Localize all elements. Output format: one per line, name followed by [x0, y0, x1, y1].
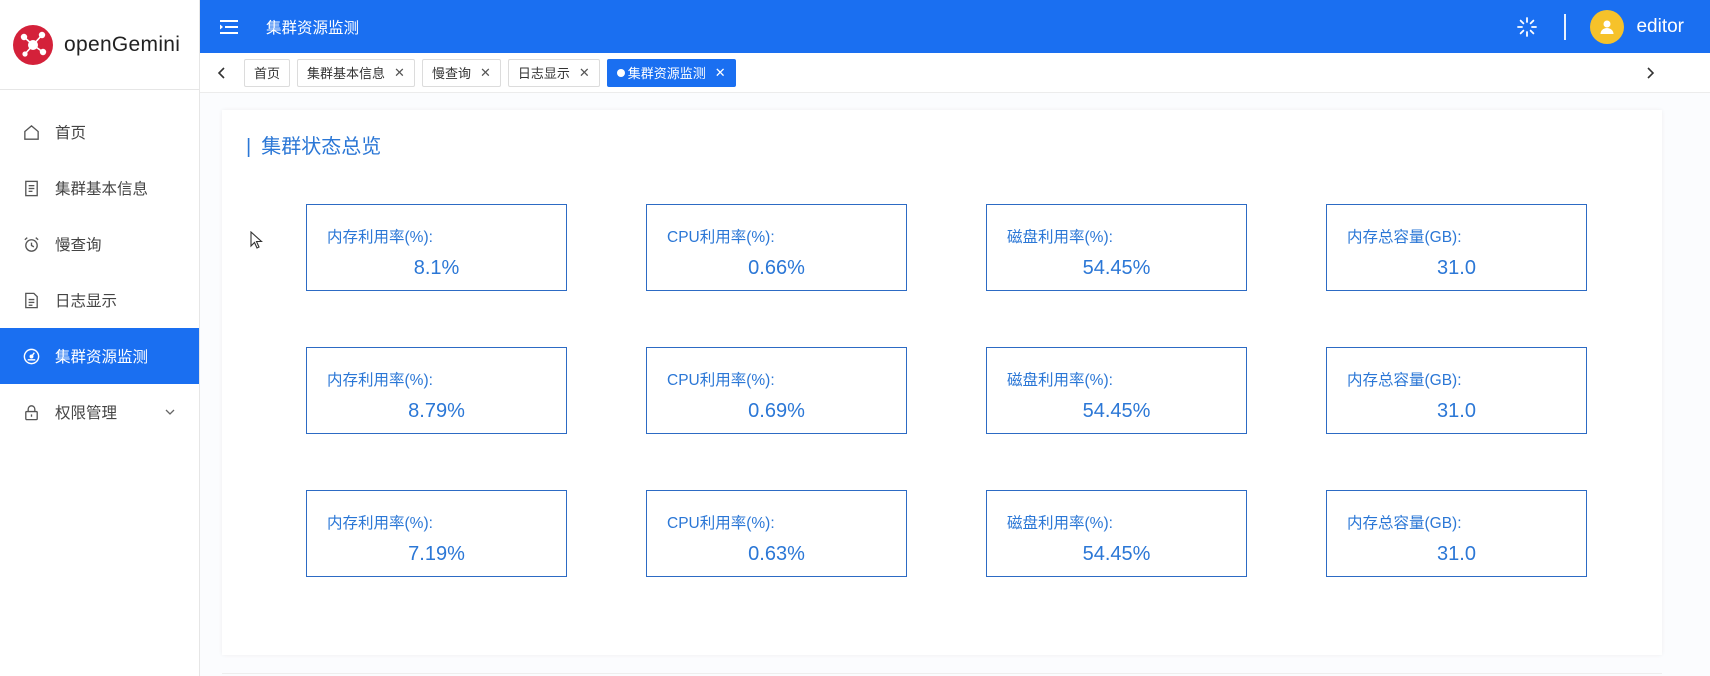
metric-card-cpu-usage: CPU利用率(%): 0.69% — [646, 347, 907, 434]
chevron-left-icon[interactable] — [214, 65, 230, 81]
metric-label: 磁盘利用率(%): — [1007, 515, 1113, 532]
sidebar-item-label: 首页 — [55, 125, 87, 142]
metric-label: 内存利用率(%): — [327, 372, 433, 389]
metric-value: 54.45% — [1082, 257, 1151, 279]
alarm-clock-icon — [24, 236, 39, 252]
metric-value: 54.45% — [1082, 543, 1151, 565]
dashboard-gauge-icon — [23, 348, 40, 364]
sidebar-menu: 首页 集群基本信息 慢查询 日志显示 集群资源监测 权限管理 — [0, 104, 199, 440]
metric-label: 磁盘利用率(%): — [1007, 372, 1113, 389]
tab-home[interactable]: 首页 — [244, 58, 291, 87]
avatar[interactable] — [1590, 9, 1625, 44]
tab-label: 集群资源监测 — [627, 66, 706, 81]
metric-value: 0.69% — [748, 400, 805, 422]
cluster-status-panel: | 集群状态总览 内存利用率(%): 8.1% CPU利用率(%): 0.66% … — [222, 110, 1662, 655]
metric-label: 内存利用率(%): — [327, 229, 433, 246]
metric-label: CPU利用率(%): — [667, 372, 775, 389]
lock-icon — [25, 404, 38, 420]
tab-label: 集群基本信息 — [307, 66, 386, 81]
metric-label: 磁盘利用率(%): — [1007, 229, 1113, 246]
metric-label: 内存总容量(GB): — [1347, 229, 1462, 246]
close-icon[interactable]: ✕ — [715, 65, 726, 81]
metric-card-disk-usage: 磁盘利用率(%): 54.45% — [986, 347, 1247, 434]
metric-value: 8.1% — [413, 257, 460, 279]
tabs-bar: 首页 集群基本信息 ✕ 慢查询 ✕ 日志显示 ✕ 集群资源监测 ✕ — [200, 53, 1710, 93]
home-icon — [24, 124, 39, 140]
sidebar-item-log[interactable]: 日志显示 — [0, 272, 199, 328]
tab-label: 日志显示 — [517, 66, 570, 81]
metric-value: 31.0 — [1437, 257, 1476, 279]
metric-card-memory-usage: 内存利用率(%): 7.19% — [306, 490, 567, 577]
sidebar-item-cluster-info[interactable]: 集群基本信息 — [0, 160, 199, 216]
metric-value: 54.45% — [1082, 400, 1151, 422]
brand-name: openGemini — [64, 32, 181, 56]
document-icon — [25, 180, 38, 196]
metric-card-memory-usage: 内存利用率(%): 8.79% — [306, 347, 567, 434]
metric-label: 内存利用率(%): — [327, 515, 433, 532]
sidebar-item-label: 权限管理 — [55, 405, 118, 422]
metric-card-disk-usage: 磁盘利用率(%): 54.45% — [986, 204, 1247, 291]
close-icon[interactable]: ✕ — [579, 65, 590, 81]
brand-logo-area[interactable]: openGemini — [0, 0, 199, 90]
divider — [222, 673, 1662, 674]
header-actions: editor — [1516, 0, 1684, 53]
sidebar-item-home[interactable]: 首页 — [0, 104, 199, 160]
metric-value: 0.66% — [748, 257, 805, 279]
metric-label: 内存总容量(GB): — [1347, 515, 1462, 532]
sidebar-item-slow-query[interactable]: 慢查询 — [0, 216, 199, 272]
tab-label: 首页 — [254, 66, 281, 81]
loading-spinner-icon[interactable] — [1516, 16, 1538, 38]
file-icon — [25, 292, 38, 308]
metric-value: 31.0 — [1437, 400, 1476, 422]
sidebar: openGemini 首页 集群基本信息 慢查询 日志显示 集群资源监测 权限管… — [0, 0, 200, 676]
metric-card-disk-usage: 磁盘利用率(%): 54.45% — [986, 490, 1247, 577]
metric-value: 0.63% — [748, 543, 805, 565]
sidebar-item-label: 集群基本信息 — [55, 181, 149, 198]
menu-toggle-icon[interactable] — [220, 18, 240, 36]
metric-card-memory-total: 内存总容量(GB): 31.0 — [1326, 347, 1587, 434]
page-title: 集群资源监测 — [266, 19, 360, 37]
metric-card-memory-usage: 内存利用率(%): 8.1% — [306, 204, 567, 291]
tab-label: 慢查询 — [431, 66, 471, 81]
title-bar-marker: | — [246, 136, 252, 158]
chevron-down-icon[interactable] — [163, 405, 177, 419]
top-header: 集群资源监测 editor — [200, 0, 1710, 53]
main-content: | 集群状态总览 内存利用率(%): 8.1% CPU利用率(%): 0.66% … — [200, 93, 1710, 676]
sidebar-item-label: 慢查询 — [55, 237, 102, 254]
mouse-pointer-icon — [250, 231, 263, 249]
close-icon[interactable]: ✕ — [394, 65, 405, 81]
panel-title-text: 集群状态总览 — [261, 136, 382, 158]
tab-resource-monitor[interactable]: 集群资源监测 ✕ — [606, 58, 736, 87]
metric-card-memory-total: 内存总容量(GB): 31.0 — [1326, 204, 1587, 291]
sidebar-item-permissions[interactable]: 权限管理 — [0, 384, 199, 440]
user-icon — [1600, 20, 1614, 34]
metric-label: CPU利用率(%): — [667, 515, 775, 532]
sidebar-item-label: 集群资源监测 — [55, 349, 149, 366]
tab-slow-query[interactable]: 慢查询 ✕ — [421, 58, 501, 87]
header-divider — [1564, 13, 1567, 40]
sidebar-item-label: 日志显示 — [55, 293, 118, 310]
metric-card-cpu-usage: CPU利用率(%): 0.66% — [646, 204, 907, 291]
metric-card-memory-total: 内存总容量(GB): 31.0 — [1326, 490, 1587, 577]
chevron-right-icon[interactable] — [1642, 65, 1658, 81]
tab-log[interactable]: 日志显示 ✕ — [507, 58, 600, 87]
panel-title: | 集群状态总览 — [246, 130, 381, 159]
sidebar-item-resource-monitor[interactable]: 集群资源监测 — [0, 328, 199, 384]
metric-label: CPU利用率(%): — [667, 229, 775, 246]
metric-value: 7.19% — [408, 543, 465, 565]
opengemini-logo-icon — [13, 24, 53, 65]
metric-label: 内存总容量(GB): — [1347, 372, 1462, 389]
metric-card-cpu-usage: CPU利用率(%): 0.63% — [646, 490, 907, 577]
metric-value: 8.79% — [408, 400, 465, 422]
close-icon[interactable]: ✕ — [480, 65, 491, 81]
active-dot-icon — [616, 68, 625, 77]
username[interactable]: editor — [1636, 16, 1684, 38]
tab-cluster-info[interactable]: 集群基本信息 ✕ — [297, 58, 415, 87]
metric-value: 31.0 — [1437, 543, 1476, 565]
